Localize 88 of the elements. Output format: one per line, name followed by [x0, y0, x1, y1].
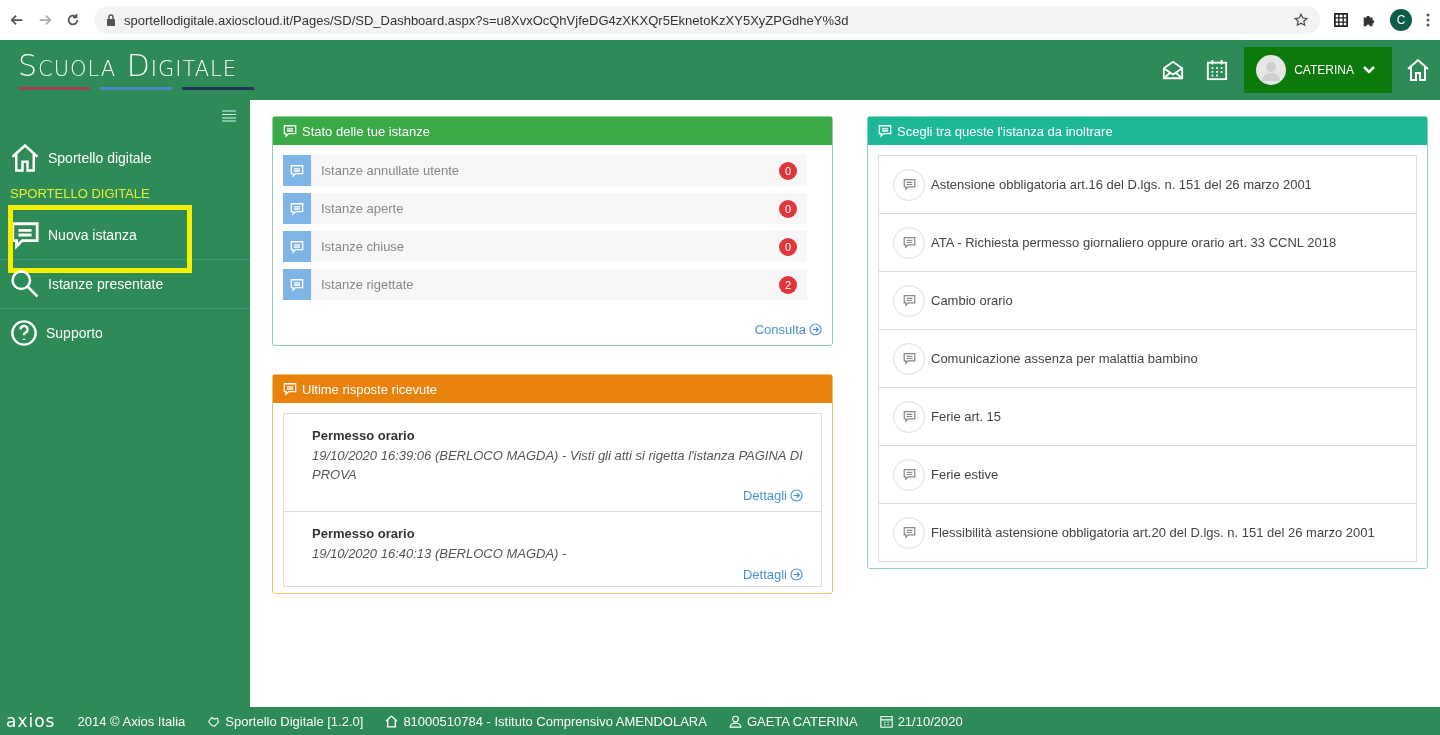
count-badge: 2 [779, 275, 797, 294]
avatar-icon [1256, 55, 1287, 85]
message-icon [290, 201, 304, 216]
message-icon [902, 468, 916, 481]
request-type-item[interactable]: Ferie estive [879, 446, 1416, 504]
message-icon [902, 294, 916, 307]
request-type-label: Comunicazione assenza per malattia bambino [931, 351, 1198, 366]
status-row[interactable]: Istanze annullate utente 0 [283, 155, 807, 186]
reply-text: 19/10/2020 16:39:06 (BERLOCO MAGDA) - Visti gli atti si rigetta l'istanza PAGINA DI PROVA [312, 447, 803, 484]
calendar-icon[interactable] [1206, 59, 1229, 81]
message-icon [902, 178, 916, 191]
card-title: Scegli tra queste l'istanza da inoltrare [897, 123, 1113, 139]
arrow-circle-icon [790, 568, 803, 581]
card-title: Ultime risposte ricevute [302, 381, 438, 397]
puzzle-icon[interactable] [1362, 13, 1376, 27]
sidebar-item[interactable]: Sportello digitale [0, 134, 250, 182]
footer-text: 81000510784 - Istituto Comprensivo AMENDOLARA [403, 713, 707, 729]
request-type-label: Flessibilità astensione obbligatoria art.20 del D.lgs. n. 151 del 26 marzo 2001 [931, 525, 1375, 540]
footer-text: 2014 © Axios Italia [77, 713, 186, 729]
message-icon [290, 239, 304, 254]
status-label: Istanze rigettate [320, 277, 415, 292]
envelope-icon[interactable] [1162, 59, 1185, 81]
request-type-label: Ferie art. 15 [931, 409, 1002, 424]
more-icon[interactable] [1426, 13, 1430, 27]
reply-text: 19/10/2020 16:40:13 (BERLOCO MAGDA) - [312, 545, 568, 563]
app-logo[interactable]: Scuola Digitale [18, 50, 1163, 81]
status-label: Istanze aperte [320, 201, 405, 216]
status-label: Istanze chiuse [320, 239, 406, 254]
menu-icon[interactable] [222, 110, 236, 122]
request-type-label: ATA - Richiesta permesso giornaliero oppure orario art. 33 CCNL 2018 [931, 235, 1337, 250]
back-icon[interactable] [10, 13, 24, 27]
card-title: Stato delle tue istanze [302, 123, 430, 139]
star-icon[interactable] [1294, 13, 1308, 27]
count-badge: 0 [779, 237, 797, 256]
search-icon [10, 269, 40, 299]
details-link[interactable]: Dettagli [742, 567, 787, 582]
consult-link[interactable]: Consulta [754, 322, 806, 337]
home-icon [385, 714, 399, 728]
sidebar-section-title: SPORTELLO DIGITALE [9, 185, 151, 203]
grid-icon[interactable] [1334, 13, 1348, 27]
request-type-item[interactable]: Ferie art. 15 [879, 388, 1416, 446]
details-link[interactable]: Dettagli [742, 488, 787, 503]
status-row[interactable]: Istanze chiuse 0 [283, 231, 807, 262]
request-type-label: Astensione obbligatoria art.16 del D.lgs. n. 151 del 26 marzo 2001 [931, 177, 1312, 192]
reply-title: Permesso orario [312, 526, 416, 541]
footer-text: 21/10/2020 [897, 713, 963, 729]
reply-title: Permesso orario [312, 428, 416, 443]
lock-icon [106, 14, 116, 26]
request-type-label: Cambio orario [931, 293, 1013, 308]
message-icon [290, 163, 304, 178]
home-icon [10, 143, 40, 173]
user-menu[interactable]: CATERINA [1244, 47, 1392, 93]
footer-text: Sportello Digitale [1.2.0] [225, 713, 364, 729]
message-icon [290, 277, 304, 292]
message-icon [283, 382, 297, 396]
message-icon [902, 352, 916, 365]
message-icon [10, 220, 40, 250]
request-type-label: Ferie estive [931, 467, 999, 482]
profile-avatar[interactable]: C [1390, 9, 1412, 31]
status-label: Istanze annullate utente [320, 163, 461, 178]
user-icon [728, 714, 742, 728]
message-icon [902, 236, 916, 249]
message-icon [878, 124, 892, 138]
message-icon [902, 526, 916, 539]
url-text: sportellodigitale.axioscloud.it/Pages/SD/SD_Dashboard.aspx?s=u8XvxOcQhVjfeDG4zXKXQr5EknetoKzXY5XyZPGdheY%3d [124, 12, 850, 28]
home-icon[interactable] [1406, 58, 1430, 82]
footer-logo: axios [6, 711, 56, 731]
reload-icon[interactable] [66, 13, 80, 27]
count-badge: 0 [779, 161, 797, 180]
count-badge: 0 [779, 199, 797, 218]
chevron-down-icon [1362, 65, 1376, 75]
help-icon [10, 319, 38, 347]
request-type-item[interactable]: Cambio orario [879, 272, 1416, 330]
status-row[interactable]: Istanze rigettate 2 [283, 269, 807, 300]
arrow-circle-icon [809, 323, 822, 336]
sidebar-item[interactable]: Nuova istanza [0, 211, 250, 260]
message-icon [283, 124, 297, 138]
arrow-circle-icon [790, 489, 803, 502]
sidebar-item[interactable]: Supporto [0, 309, 250, 357]
message-icon [902, 410, 916, 423]
footer-text: GAETA CATERINA [746, 713, 858, 729]
address-bar[interactable]: sportellodigitale.axioscloud.it/Pages/SD/SD_Dashboard.aspx?s=u8XvxOcQhVjfeDG4zXKXQr5EknetoKzXY5XyZPGdheY%3d [94, 6, 1320, 34]
request-type-item[interactable]: Flessibilità astensione obbligatoria art.20 del D.lgs. n. 151 del 26 marzo 2001 [879, 504, 1416, 561]
request-type-item[interactable]: Comunicazione assenza per malattia bambino [879, 330, 1416, 388]
request-type-item[interactable]: ATA - Richiesta permesso giornaliero oppure orario art. 33 CCNL 2018 [879, 214, 1416, 272]
status-row[interactable]: Istanze aperte 0 [283, 193, 807, 224]
request-type-item[interactable]: Astensione obbligatoria art.16 del D.lgs. n. 151 del 26 marzo 2001 [879, 156, 1416, 214]
calendar-icon [879, 714, 893, 728]
